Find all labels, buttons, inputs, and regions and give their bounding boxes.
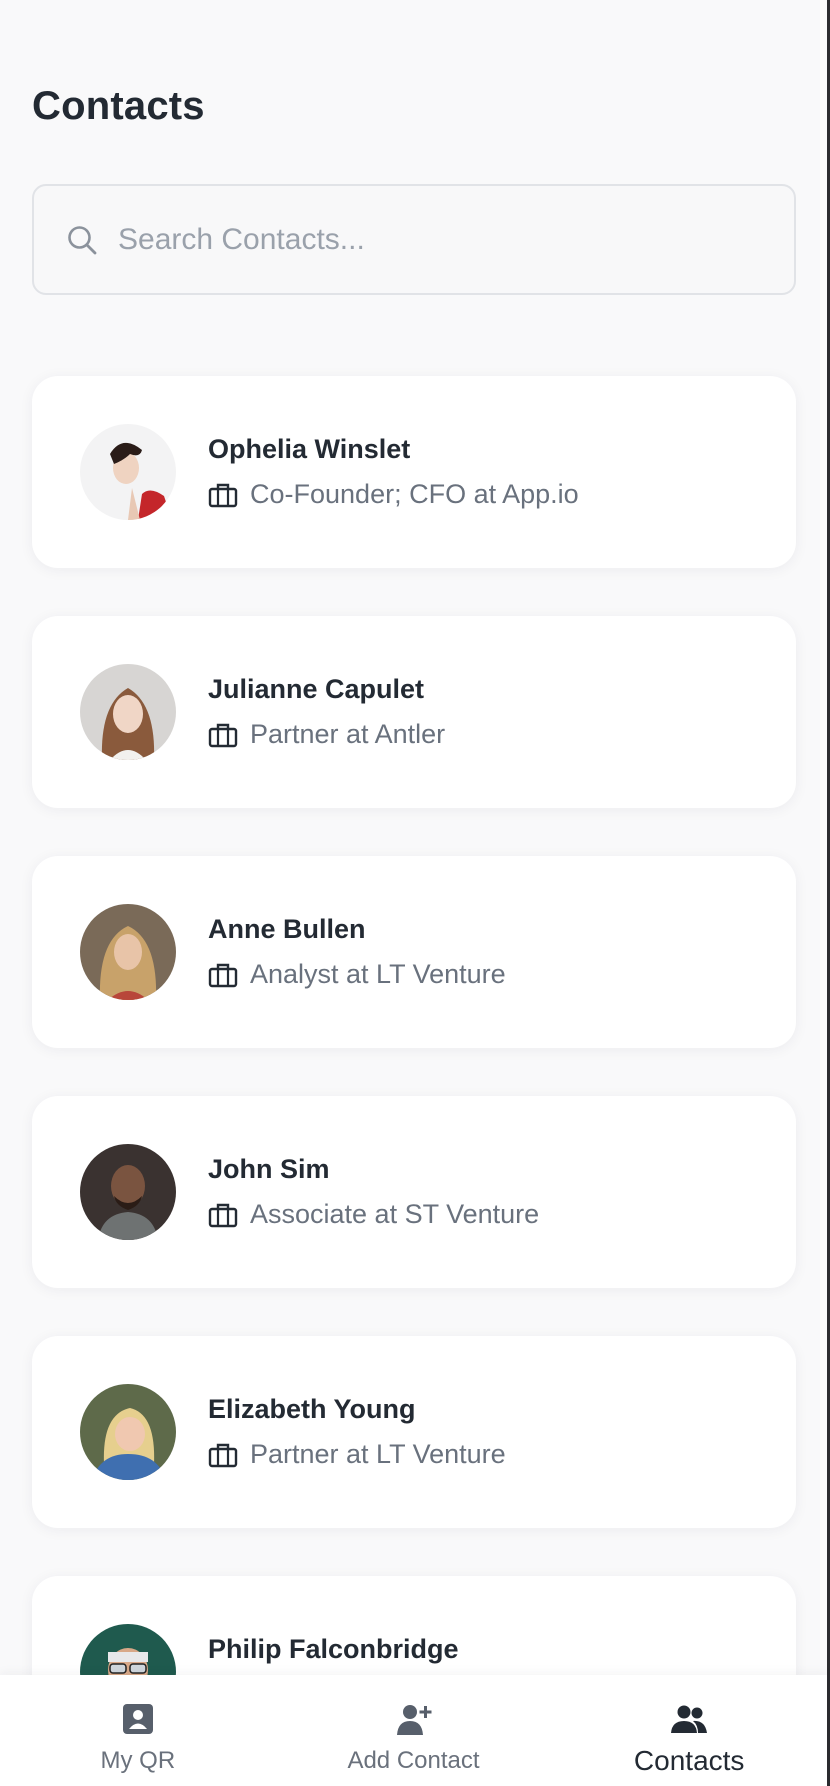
search-icon — [64, 222, 100, 258]
nav-label: Contacts — [633, 1745, 745, 1776]
contact-role-text: Partner at LT Venture — [250, 1439, 506, 1469]
contact-role-text: Analyst at LT Venture — [250, 959, 506, 989]
avatar — [80, 904, 176, 1000]
contact-name: Philip Falconbridge — [208, 1634, 459, 1664]
avatar — [80, 1144, 176, 1240]
contact-role: Partner at Antler — [208, 719, 445, 750]
avatar — [80, 664, 176, 760]
briefcase-icon — [208, 961, 238, 989]
contact-card-elizabeth-young[interactable]: Elizabeth Young Partner at LT Venture — [32, 1336, 796, 1528]
briefcase-icon — [208, 481, 238, 509]
contact-card-anne-bullen[interactable]: Anne Bullen Analyst at LT Venture — [32, 856, 796, 1048]
page-title: Contacts — [32, 84, 205, 128]
contact-role: Associate at ST Venture — [208, 1199, 539, 1230]
avatar — [80, 1384, 176, 1480]
contact-role-text: Associate at ST Venture — [250, 1199, 540, 1229]
briefcase-icon — [208, 1201, 238, 1229]
nav-my-qr[interactable]: My QR — [0, 1675, 276, 1786]
contact-name: Ophelia Winslet — [208, 434, 411, 464]
contacts-screen: Contacts Ophelia Winslet Co-Foun — [0, 0, 830, 1786]
contact-name: Elizabeth Young — [208, 1394, 416, 1424]
user-plus-icon — [396, 1701, 432, 1737]
contact-role: Co-Founder; CFO at App.io — [208, 479, 579, 510]
avatar — [80, 424, 176, 520]
nav-add-contact[interactable]: Add Contact — [276, 1675, 552, 1786]
briefcase-icon — [208, 1441, 238, 1469]
contact-role-text: Co-Founder; CFO at App.io — [250, 479, 579, 509]
contact-name: Anne Bullen — [208, 914, 366, 944]
contact-name: Julianne Capulet — [208, 674, 425, 704]
nav-contacts[interactable]: Contacts — [551, 1675, 827, 1786]
search-input[interactable] — [118, 222, 718, 257]
contact-card-ophelia-winslet[interactable]: Ophelia Winslet Co-Founder; CFO at App.i… — [32, 376, 796, 568]
contact-name: John Sim — [208, 1154, 330, 1184]
nav-label: Add Contact — [347, 1747, 480, 1774]
bottom-nav: My QR Add Contact Contacts — [0, 1675, 827, 1786]
contact-card-john-sim[interactable]: John Sim Associate at ST Venture — [32, 1096, 796, 1288]
briefcase-icon — [208, 721, 238, 749]
contact-role: Analyst at LT Venture — [208, 959, 506, 990]
users-icon — [671, 1701, 708, 1737]
id-card-icon — [120, 1701, 156, 1737]
contact-role-text: Partner at Antler — [250, 719, 446, 749]
search-box[interactable] — [32, 184, 796, 295]
contact-role: Partner at LT Venture — [208, 1439, 506, 1470]
nav-label: My QR — [100, 1747, 176, 1774]
contact-card-julianne-capulet[interactable]: Julianne Capulet Partner at Antler — [32, 616, 796, 808]
